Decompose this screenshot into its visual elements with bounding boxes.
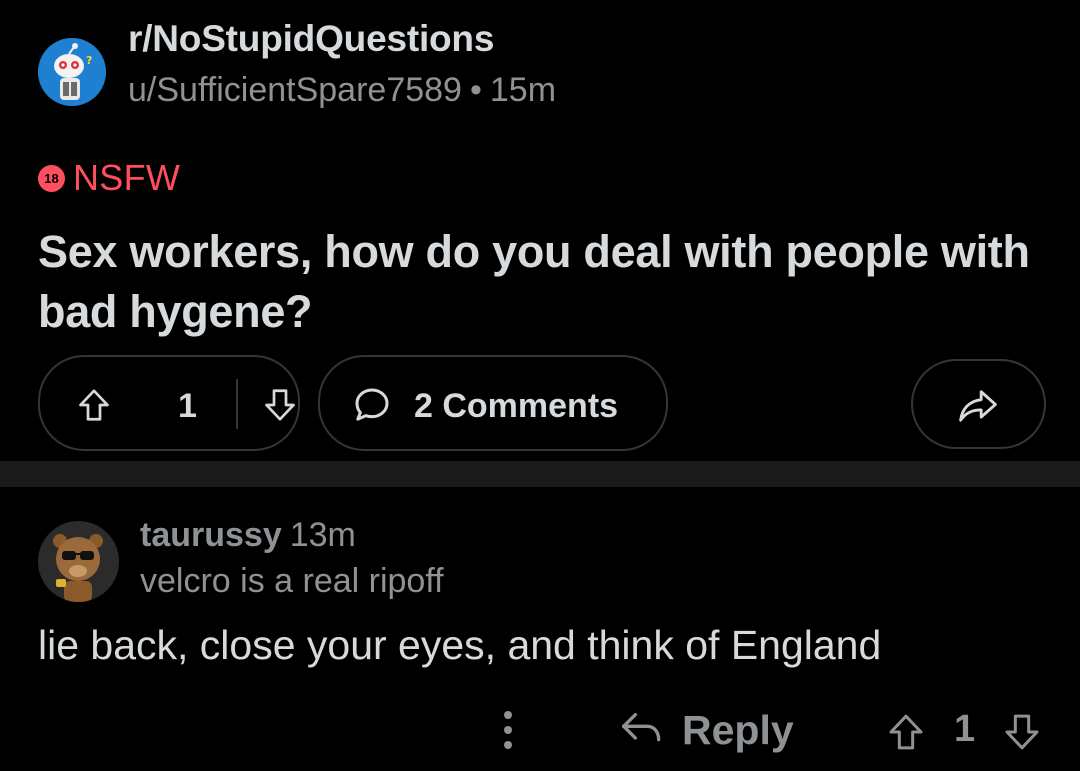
post-score: 1 xyxy=(178,387,197,425)
post-header: ? r/NoStupidQuestions u/SufficientSpare7… xyxy=(38,14,1038,114)
reply-button[interactable]: Reply xyxy=(618,700,794,760)
commenter-avatar[interactable] xyxy=(38,521,119,602)
reply-arrow-icon xyxy=(618,708,666,753)
comment-score: 1 xyxy=(954,708,976,750)
vote-control: 1 xyxy=(38,355,300,451)
nsfw-label: NSFW xyxy=(73,157,181,198)
speech-bubble-icon xyxy=(352,385,392,430)
comment-body: lie back, close your eyes, and think of … xyxy=(38,622,882,668)
comment-upvote-arrow-icon[interactable] xyxy=(886,712,926,757)
nsfw-tag: 18 NSFW xyxy=(38,157,181,198)
subreddit-avatar-icon[interactable]: ? xyxy=(38,38,106,106)
downvote-arrow-icon[interactable] xyxy=(262,387,298,428)
comment-downvote-arrow-icon[interactable] xyxy=(1002,712,1042,757)
comment-author-line: taurussy 13m xyxy=(140,516,356,555)
post-meta: u/SufficientSpare7589 • 15m xyxy=(128,71,556,110)
comment-age: 13m xyxy=(289,516,356,554)
subreddit-name[interactable]: r/NoStupidQuestions xyxy=(128,18,494,60)
meta-separator: • xyxy=(469,71,482,109)
share-button[interactable] xyxy=(911,359,1046,449)
post-age: 15m xyxy=(489,71,557,109)
svg-text:?: ? xyxy=(86,54,92,67)
vertical-dots-icon[interactable] xyxy=(496,708,520,757)
nsfw-18-icon: 18 xyxy=(38,164,65,192)
post-author[interactable]: u/SufficientSpare7589 xyxy=(128,71,462,109)
reply-label: Reply xyxy=(682,706,794,753)
comments-count: 2 Comments xyxy=(414,387,619,425)
post-title[interactable]: Sex workers, how do you deal with people… xyxy=(38,222,1048,342)
comments-button[interactable]: 2 Comments xyxy=(318,355,668,451)
share-arrow-icon xyxy=(957,387,999,430)
vote-divider xyxy=(236,379,238,429)
section-separator xyxy=(0,461,1080,487)
comment-flair: velcro is a real ripoff xyxy=(140,562,444,600)
upvote-arrow-icon[interactable] xyxy=(76,387,112,428)
comment-username[interactable]: taurussy xyxy=(140,516,282,554)
